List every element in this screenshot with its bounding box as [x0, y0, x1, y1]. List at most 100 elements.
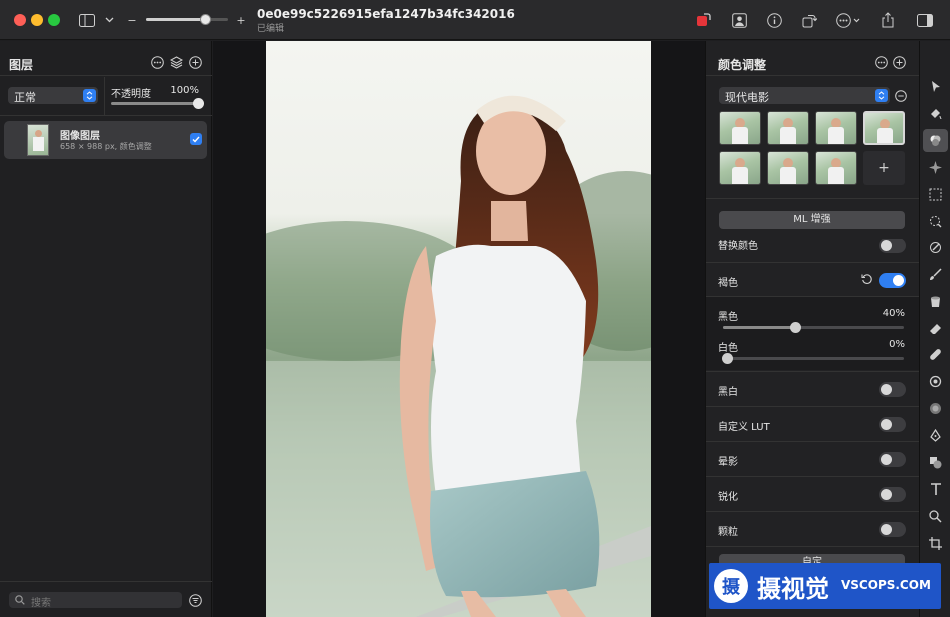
- add-preset-button[interactable]: +: [863, 151, 905, 185]
- color-select-icon[interactable]: [920, 237, 950, 257]
- inspector-toggle-icon[interactable]: [915, 10, 935, 30]
- adjustment-row: 晕影: [706, 441, 920, 476]
- adjustments-panel-title: 颜色调整: [718, 58, 767, 72]
- adjustment-label: 颗粒: [718, 527, 738, 538]
- add-layer-icon[interactable]: [189, 56, 202, 72]
- black-label: 黑色: [718, 312, 738, 323]
- preset-select[interactable]: 现代电影: [719, 87, 890, 104]
- sepia-label: 褐色: [718, 278, 738, 289]
- preset-thumbnail-selected[interactable]: [863, 111, 905, 145]
- adjustments-panel: 颜色调整 现代电影 + ML 增强 替换颜色 褐色 黑色 40% 白色 0% 黑…: [705, 41, 920, 617]
- preset-thumbnail[interactable]: [815, 151, 857, 185]
- black-value: 40%: [882, 308, 905, 319]
- adjustment-toggle[interactable]: [879, 522, 906, 537]
- adjustment-toggle[interactable]: [879, 417, 906, 432]
- black-slider[interactable]: [723, 322, 904, 333]
- more-icon[interactable]: [875, 56, 888, 72]
- watermark-brand: 摄视觉: [757, 575, 829, 603]
- select-chevron-icon: [875, 89, 888, 102]
- canvas-area[interactable]: [213, 41, 705, 617]
- sepia-toggle[interactable]: [879, 273, 906, 288]
- rect-select-icon[interactable]: [920, 184, 950, 204]
- search-placeholder: 搜索: [31, 598, 51, 609]
- document-title: 0e0e99c5226915efa1247b34fc342016: [257, 7, 515, 21]
- watermark-logo-icon: 摄: [714, 569, 748, 603]
- portrait-icon[interactable]: [729, 10, 749, 30]
- zoom-tool-icon[interactable]: [920, 506, 950, 526]
- zoom-slider-knob[interactable]: [200, 14, 211, 25]
- layers-panel: 图层 正常 不透明度 100% 图像图层 658 × 988 px, 颜色调整 …: [0, 41, 212, 617]
- photo: [266, 41, 651, 617]
- clone-stamp-icon[interactable]: [920, 371, 950, 391]
- color-mode-icon[interactable]: [694, 10, 714, 30]
- zoom-in-button[interactable]: +: [236, 10, 246, 30]
- adjustment-label: 自定义 LUT: [718, 422, 770, 433]
- layers-stack-icon[interactable]: [169, 56, 184, 72]
- tools-strip: [919, 41, 950, 617]
- crop-icon[interactable]: [920, 533, 950, 553]
- opacity-slider[interactable]: [111, 98, 204, 109]
- layer-visibility-checkbox[interactable]: [190, 133, 202, 145]
- close-window-button[interactable]: [14, 14, 26, 26]
- opacity-slider-knob[interactable]: [193, 98, 204, 109]
- adjustment-toggle[interactable]: [879, 487, 906, 502]
- preset-thumbnail[interactable]: [719, 111, 761, 145]
- brush-icon[interactable]: [920, 264, 950, 284]
- reset-icon[interactable]: [861, 273, 873, 288]
- more-options-icon[interactable]: [835, 10, 863, 30]
- add-adjustment-icon[interactable]: [893, 56, 906, 72]
- blur-icon[interactable]: [920, 398, 950, 418]
- watermark-site: VSCOPS.COM: [841, 578, 931, 592]
- white-slider-knob[interactable]: [722, 353, 733, 364]
- zoom-out-button[interactable]: −: [127, 10, 137, 30]
- minimize-window-button[interactable]: [31, 14, 43, 26]
- adjustment-row: 黑白: [706, 371, 920, 406]
- bandage-icon[interactable]: [920, 344, 950, 364]
- pen-icon[interactable]: [920, 425, 950, 445]
- magic-select-icon[interactable]: [920, 211, 950, 231]
- preset-thumbnail[interactable]: [719, 151, 761, 185]
- layer-details: 658 × 988 px, 颜色调整: [60, 142, 152, 151]
- shapes-icon[interactable]: [920, 452, 950, 472]
- opacity-value: 100%: [170, 85, 199, 96]
- blend-mode-value: 正常: [14, 91, 36, 104]
- paint-bucket-icon[interactable]: [920, 103, 950, 123]
- adjustment-toggle[interactable]: [879, 452, 906, 467]
- text-tool-icon[interactable]: [920, 479, 950, 499]
- adjustment-label: 晕影: [718, 457, 738, 468]
- replace-color-label: 替换颜色: [718, 241, 758, 252]
- chevron-down-icon[interactable]: [102, 10, 116, 30]
- ml-enhance-button[interactable]: ML 增强: [719, 211, 905, 229]
- select-chevron-icon: [83, 89, 96, 102]
- adjustment-row: 自定义 LUT: [706, 406, 920, 441]
- preset-thumbnail[interactable]: [767, 111, 809, 145]
- adjustment-row: 锐化: [706, 476, 920, 511]
- black-slider-knob[interactable]: [790, 322, 801, 333]
- zoom-slider[interactable]: [146, 14, 228, 25]
- remove-preset-icon[interactable]: [895, 90, 907, 105]
- layer-search-field[interactable]: 搜索: [9, 592, 182, 609]
- rotate-icon[interactable]: [799, 10, 819, 30]
- sparkle-icon[interactable]: [920, 157, 950, 177]
- opacity-label: 不透明度: [111, 89, 151, 100]
- color-adjust-tool-icon[interactable]: [923, 129, 948, 152]
- sepia-settings: 黑色 40% 白色 0%: [706, 296, 920, 370]
- more-icon[interactable]: [151, 56, 164, 72]
- replace-color-toggle[interactable]: [879, 238, 906, 253]
- adjustment-toggle[interactable]: [879, 382, 906, 397]
- preset-thumbnail[interactable]: [815, 111, 857, 145]
- zoom-window-button[interactable]: [48, 14, 60, 26]
- watermark: 摄 摄视觉 VSCOPS.COM: [709, 563, 941, 609]
- sidebar-toggle-icon[interactable]: [77, 10, 97, 30]
- preset-thumbnail[interactable]: [767, 151, 809, 185]
- eraser-icon[interactable]: [920, 318, 950, 338]
- share-icon[interactable]: [878, 10, 898, 30]
- fill-bucket-icon[interactable]: [920, 291, 950, 311]
- filter-icon[interactable]: [189, 594, 202, 610]
- pointer-tool-icon[interactable]: [920, 76, 950, 96]
- layer-row[interactable]: 图像图层 658 × 988 px, 颜色调整: [4, 121, 207, 159]
- white-slider[interactable]: [722, 353, 904, 364]
- blend-mode-select[interactable]: 正常: [8, 87, 98, 104]
- add-preset-label: +: [878, 160, 890, 176]
- info-icon[interactable]: [764, 10, 784, 30]
